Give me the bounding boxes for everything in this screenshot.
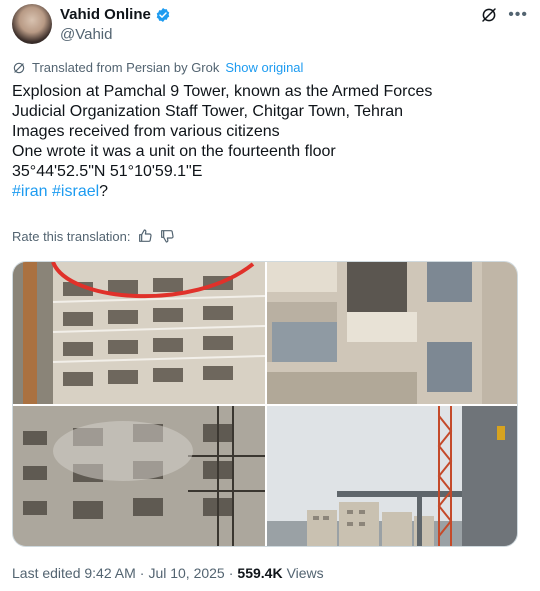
media-grid: [12, 261, 518, 547]
author-display-name[interactable]: Vahid Online: [60, 5, 171, 25]
photo-crane-towers[interactable]: [267, 406, 517, 546]
avatar[interactable]: [12, 4, 52, 44]
separator: ·: [139, 565, 145, 581]
hashtag-iran[interactable]: #iran: [12, 183, 48, 200]
views-label: Views: [286, 565, 324, 581]
rate-translation: Rate this translation:: [12, 228, 175, 244]
thumbs-down-icon[interactable]: [159, 228, 175, 244]
author-name-text[interactable]: Vahid Online: [60, 5, 151, 25]
author-handle[interactable]: @Vahid: [60, 25, 171, 45]
author-names: Vahid Online @Vahid: [60, 5, 171, 45]
tweet-date[interactable]: Jul 10, 2025: [148, 565, 224, 581]
show-original-link[interactable]: Show original: [225, 60, 303, 75]
views-count[interactable]: 559.4K: [237, 565, 282, 581]
tweet-line: Explosion at Pamchal 9 Tower, known as t…: [12, 83, 433, 100]
rate-label: Rate this translation:: [12, 228, 131, 244]
trailing-text: ?: [99, 183, 109, 200]
photo-building-circled[interactable]: [13, 262, 265, 404]
edited-time[interactable]: Last edited 9:42 AM: [12, 565, 136, 581]
photo-building-smoke[interactable]: [13, 406, 265, 546]
translation-banner: Translated from Persian by Grok Show ori…: [12, 60, 303, 75]
translation-label: Translated from Persian by Grok: [32, 60, 220, 75]
tweet-hashtag-line: #iran #israel?: [12, 182, 528, 202]
grok-icon[interactable]: [480, 6, 498, 24]
thumbs-up-icon[interactable]: [137, 228, 153, 244]
header-actions: •••: [480, 6, 528, 24]
verified-badge-icon: [156, 8, 170, 22]
tweet-line: 35°44'52.5"N 51°10'59.1"E: [12, 163, 203, 180]
more-icon[interactable]: •••: [508, 6, 528, 24]
tweet-footer: Last edited 9:42 AM · Jul 10, 2025 · 559…: [12, 565, 324, 581]
translate-icon: [13, 62, 25, 73]
tweet-line: One wrote it was a unit on the fourteent…: [12, 143, 336, 160]
tweet-header: Vahid Online @Vahid •••: [12, 4, 528, 48]
tweet-line: Images received from various citizens: [12, 123, 280, 140]
separator: ·: [228, 565, 234, 581]
photo-balcony-closeup[interactable]: [267, 262, 517, 404]
tweet-text: Explosion at Pamchal 9 Tower, known as t…: [12, 82, 528, 202]
tweet-line: Judicial Organization Staff Tower, Chitg…: [12, 103, 404, 120]
hashtag-israel[interactable]: #israel: [52, 183, 99, 200]
